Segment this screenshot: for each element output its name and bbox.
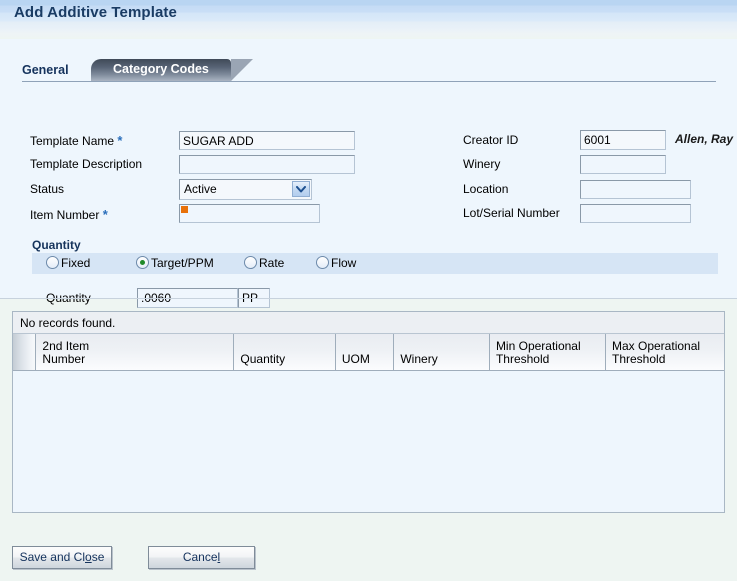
- save-and-close-pre: Save and Cl: [19, 550, 85, 564]
- status-select[interactable]: Active: [179, 179, 312, 200]
- grid-header-max-operational-threshold[interactable]: Max Operational Threshold: [606, 334, 724, 370]
- grid-header-max-operational-threshold-label: Max Operational Threshold: [612, 339, 701, 366]
- radio-flow-icon: [316, 256, 329, 269]
- grid-body-empty: [13, 371, 724, 512]
- radio-fixed-icon: [46, 256, 59, 269]
- grid-status-bar: No records found.: [13, 312, 724, 334]
- status-select-value: Active: [184, 182, 217, 196]
- grid-status-text: No records found.: [20, 316, 116, 330]
- radio-rate-icon: [244, 256, 257, 269]
- cancel-accel: l: [217, 550, 221, 564]
- status-dropdown-button[interactable]: [292, 181, 310, 197]
- label-lot-serial-number: Lot/Serial Number: [463, 206, 560, 220]
- winery-input[interactable]: [580, 155, 666, 174]
- label-location: Location: [463, 182, 509, 196]
- title-bar-shadow: [0, 29, 737, 39]
- label-template-description: Template Description: [30, 157, 143, 171]
- grid-header-winery-label: Winery: [400, 352, 438, 366]
- save-and-close-accel: o: [85, 550, 92, 564]
- window-title-bar: Add Additive Template: [0, 0, 737, 29]
- chevron-down-icon: [296, 186, 306, 193]
- form-panel: General Category Codes Template Name * T…: [0, 39, 737, 321]
- grid-header-2nd-item-number[interactable]: 2nd Item Number: [36, 334, 235, 370]
- grid-header-min-operational-threshold[interactable]: Min Operational Threshold: [490, 334, 606, 370]
- cancel-pre: Cance: [182, 550, 218, 564]
- radio-rate-label: Rate: [259, 256, 285, 270]
- grid-header-quantity-label: Quantity: [240, 352, 286, 366]
- label-winery: Winery: [463, 157, 501, 171]
- tab-separator: [22, 81, 716, 82]
- radio-target-ppm-label: Target/PPM: [151, 256, 214, 270]
- radio-target-ppm-icon: [136, 256, 149, 269]
- radio-rate[interactable]: Rate: [244, 256, 284, 270]
- grid-header-uom[interactable]: UOM: [336, 334, 395, 370]
- grid-header-min-operational-threshold-label: Min Operational Threshold: [495, 339, 581, 366]
- save-and-close-post: se: [91, 550, 105, 564]
- radio-flow[interactable]: Flow: [316, 256, 356, 270]
- required-field-marker-icon: [181, 206, 188, 213]
- radio-fixed[interactable]: Fixed: [46, 256, 90, 270]
- quantity-radio-band: [32, 253, 718, 274]
- quantity-group-title: Quantity: [32, 238, 81, 252]
- radio-fixed-label: Fixed: [61, 256, 91, 270]
- creator-id-input[interactable]: [580, 130, 666, 150]
- grid-header-uom-label: UOM: [341, 352, 370, 366]
- label-item-number: Item Number *: [30, 207, 108, 222]
- tab-general[interactable]: General: [22, 63, 69, 77]
- label-creator-id: Creator ID: [463, 133, 519, 147]
- radio-target-ppm[interactable]: Target/PPM: [136, 256, 214, 270]
- template-name-input[interactable]: [179, 131, 355, 150]
- template-description-input[interactable]: [179, 155, 355, 174]
- grid-header-2nd-item-number-label: 2nd Item Number: [42, 339, 90, 366]
- location-input[interactable]: [580, 180, 691, 199]
- required-asterisk: *: [102, 207, 108, 222]
- radio-flow-label: Flow: [331, 256, 357, 270]
- label-status: Status: [30, 182, 65, 196]
- required-asterisk: *: [117, 133, 123, 148]
- grid-header-winery[interactable]: Winery: [394, 334, 490, 370]
- tab-category-codes[interactable]: Category Codes: [91, 59, 253, 81]
- creator-name-text: Allen, Ray: [675, 132, 734, 146]
- grid-select-all-header[interactable]: [13, 334, 37, 370]
- tab-category-codes-label: Category Codes: [113, 62, 209, 76]
- page-title: Add Additive Template: [14, 4, 177, 21]
- label-template-name: Template Name *: [30, 133, 123, 148]
- records-grid: No records found. 2nd Item Number Quanti…: [12, 311, 725, 513]
- grid-header-quantity[interactable]: Quantity: [234, 334, 336, 370]
- form-bottom-separator: [0, 298, 737, 299]
- save-and-close-button[interactable]: Save and Close: [12, 546, 112, 569]
- lot-serial-number-input[interactable]: [580, 204, 691, 223]
- grid-header-row: 2nd Item Number Quantity UOM Winery Min …: [13, 334, 724, 371]
- cancel-button[interactable]: Cancel: [148, 546, 255, 569]
- item-number-input[interactable]: [179, 204, 320, 223]
